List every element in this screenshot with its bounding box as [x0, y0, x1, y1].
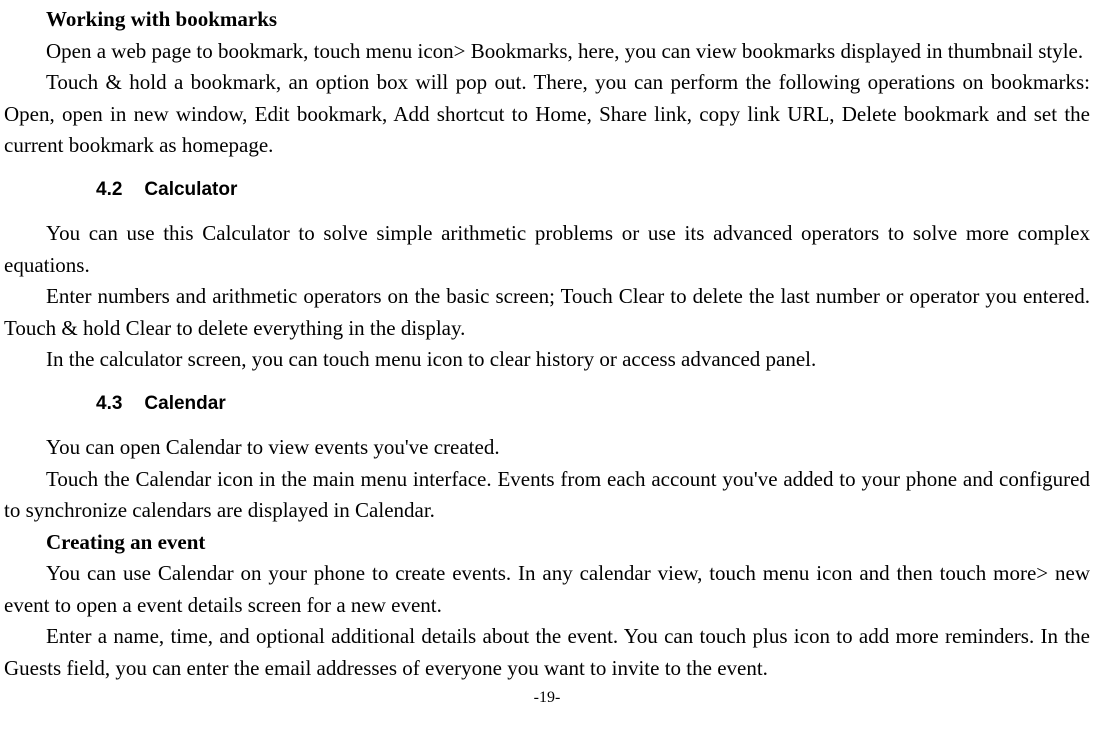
heading-creating-event: Creating an event — [4, 527, 1090, 559]
paragraph-calculator-1: You can use this Calculator to solve sim… — [4, 218, 1090, 281]
paragraph-calculator-2: Enter numbers and arithmetic operators o… — [4, 281, 1090, 344]
page-number: -19- — [4, 686, 1090, 710]
paragraph-bookmarks-1: Open a web page to bookmark, touch menu … — [4, 36, 1090, 68]
section-number: 4.3 — [96, 390, 122, 419]
paragraph-calendar-1: You can open Calendar to view events you… — [4, 432, 1090, 464]
section-heading-calendar: 4.3 Calendar — [96, 390, 1090, 419]
paragraph-bookmarks-2: Touch & hold a bookmark, an option box w… — [4, 67, 1090, 162]
heading-bookmarks: Working with bookmarks — [4, 4, 1090, 36]
section-number: 4.2 — [96, 176, 122, 205]
paragraph-calendar-4: Enter a name, time, and optional additio… — [4, 621, 1090, 684]
section-title: Calendar — [144, 393, 225, 414]
paragraph-calendar-3: You can use Calendar on your phone to cr… — [4, 558, 1090, 621]
section-title: Calculator — [144, 179, 237, 200]
section-heading-calculator: 4.2 Calculator — [96, 176, 1090, 205]
paragraph-calendar-2: Touch the Calendar icon in the main menu… — [4, 464, 1090, 527]
document-page: Working with bookmarks Open a web page t… — [0, 0, 1098, 710]
paragraph-calculator-3: In the calculator screen, you can touch … — [4, 344, 1090, 376]
